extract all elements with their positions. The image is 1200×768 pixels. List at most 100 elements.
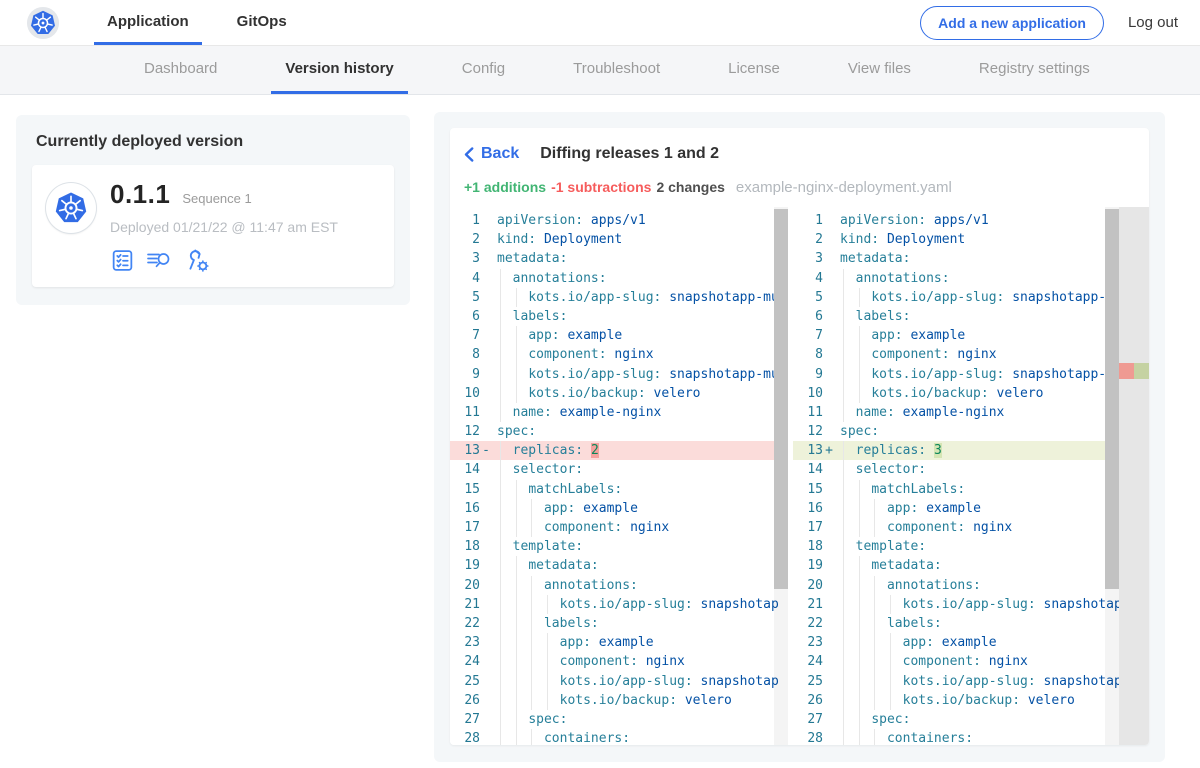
diff-line: 16 app: example [450,499,788,518]
diff-line: 20 annotations: [793,576,1149,595]
kubernetes-logo-icon [26,6,60,40]
line-number: 23 [450,633,480,652]
deployed-version-panel: 0.1.1 Sequence 1 Deployed 01/21/22 @ 11:… [32,165,394,287]
line-number: 19 [793,556,823,575]
line-number: 21 [793,595,823,614]
diff-line: 4 annotations: [450,269,788,288]
logout-link[interactable]: Log out [1128,14,1178,31]
config-icon[interactable] [185,247,211,273]
diff-line: 6 labels: [450,307,788,326]
diff-view-container: Back Diffing releases 1 and 2 +1 additio… [434,112,1165,762]
tab-gitops[interactable]: GitOps [224,0,300,45]
line-number: 13 [793,441,823,460]
line-number: 25 [793,672,823,691]
subtab-view-files[interactable]: View files [834,46,925,94]
tab-application[interactable]: Application [94,0,202,45]
diff-line: 4 annotations: [793,269,1149,288]
line-number: 23 [793,633,823,652]
currently-deployed-card: Currently deployed version [16,115,410,305]
kubernetes-app-icon [51,188,91,228]
diff-line: 28 containers: [793,729,1149,745]
line-number: 9 [450,365,480,384]
line-number: 22 [450,614,480,633]
line-number: 5 [450,288,480,307]
line-number: 1 [450,211,480,230]
diff-line: 10 kots.io/backup: velero [793,384,1149,403]
scrollbar-thumb[interactable] [774,209,788,589]
diff-pane-right: 1apiVersion: apps/v12kind: Deployment3me… [793,207,1149,745]
line-number: 10 [793,384,823,403]
line-number: 20 [793,576,823,595]
release-notes-icon[interactable] [110,247,135,273]
overview-ruler [1119,207,1149,745]
line-number: 7 [450,326,480,345]
diff-sign: - [480,441,492,460]
line-number: 27 [793,710,823,729]
scrollbar-thumb[interactable] [1105,209,1119,589]
line-number: 3 [793,249,823,268]
diff-line: 24 component: nginx [450,652,788,671]
line-number: 7 [793,326,823,345]
line-number: 13 [450,441,480,460]
line-number: 4 [793,269,823,288]
line-number: 16 [450,499,480,518]
app-icon-badge [46,183,96,233]
diff-line: 18 template: [793,537,1149,556]
chevron-left-icon [464,147,474,162]
kubernetes-logo [26,0,60,45]
subtab-dashboard[interactable]: Dashboard [130,46,231,94]
subtab-config[interactable]: Config [448,46,519,94]
line-number: 19 [450,556,480,575]
line-number: 10 [450,384,480,403]
subtractions-count: -1 subtractions [551,179,651,195]
deletion-marker [1119,363,1134,379]
diff-title: Diffing releases 1 and 2 [540,145,719,163]
diff-line: 25 kots.io/app-slug: snapshotap [450,672,788,691]
line-number: 14 [450,460,480,479]
diff-line: 17 component: nginx [793,518,1149,537]
diff-line: 26 kots.io/backup: velero [450,691,788,710]
diff-line: 9 kots.io/app-slug: snapshotapp-mu [450,365,788,384]
line-number: 11 [793,403,823,422]
diff-line: 18 template: [450,537,788,556]
line-number: 2 [450,230,480,249]
line-number: 12 [450,422,480,441]
diff-sign: + [823,441,835,460]
line-number: 26 [793,691,823,710]
line-number: 22 [793,614,823,633]
diff-line: 23 app: example [450,633,788,652]
diff-line: 3metadata: [793,249,1149,268]
line-number: 15 [793,480,823,499]
deployed-card-title: Currently deployed version [36,133,394,151]
line-number: 3 [450,249,480,268]
subtab-license[interactable]: License [714,46,794,94]
add-application-button[interactable]: Add a new application [920,6,1104,40]
line-number: 24 [793,652,823,671]
subtab-registry-settings[interactable]: Registry settings [965,46,1104,94]
subtab-version-history[interactable]: Version history [271,46,407,94]
version-number: 0.1.1 [110,179,170,210]
diff-line: 25 kots.io/app-slug: snapshotap [793,672,1149,691]
diff-line: 14 selector: [793,460,1149,479]
diff-line: 17 component: nginx [450,518,788,537]
diff-line: 21 kots.io/app-slug: snapshotap [450,595,788,614]
diff-line: 21 kots.io/app-slug: snapshotap [793,595,1149,614]
diff-line: 14 selector: [450,460,788,479]
deploy-logs-icon[interactable] [146,247,174,273]
back-link[interactable]: Back [464,145,519,163]
diff-line: 1apiVersion: apps/v1 [450,211,788,230]
main-content: Currently deployed version [0,95,1200,768]
sequence-label: Sequence 1 [182,191,251,206]
subtab-troubleshoot[interactable]: Troubleshoot [559,46,674,94]
app-tabs: Application GitOps [94,0,322,45]
line-number: 25 [450,672,480,691]
line-number: 18 [450,537,480,556]
line-number: 28 [793,729,823,745]
line-number: 24 [450,652,480,671]
line-number: 12 [793,422,823,441]
additions-count: +1 additions [464,179,546,195]
line-number: 17 [450,518,480,537]
diff-line: 9 kots.io/app-slug: snapshotapp-mu [793,365,1149,384]
line-number: 8 [793,345,823,364]
diff-line: 7 app: example [793,326,1149,345]
